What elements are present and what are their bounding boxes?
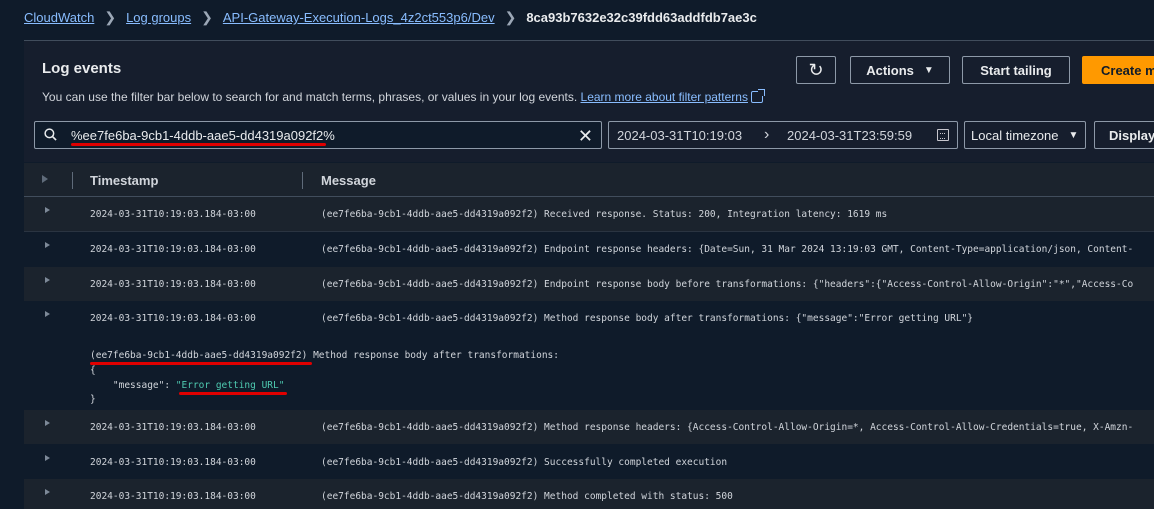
row-message: (ee7fe6ba-9cb1-4ddb-aae5-dd4319a092f2) M… <box>321 313 974 324</box>
table-row-expanded[interactable]: 2024-03-31T10:19:03.184-03:00 (ee7fe6ba-… <box>24 301 1154 335</box>
column-timestamp[interactable]: Timestamp <box>90 173 158 188</box>
date-to: 2024-03-31T23:59:59 <box>787 127 913 143</box>
actions-label: Actions <box>866 62 914 78</box>
search-value: %ee7fe6ba-9cb1-4ddb-aae5-dd4319a092f2% <box>71 128 335 143</box>
row-timestamp: 2024-03-31T10:19:03.184-03:00 <box>90 313 256 324</box>
refresh-button[interactable]: ↻ <box>796 56 836 84</box>
row-timestamp: 2024-03-31T10:19:03.184-03:00 <box>90 422 256 433</box>
breadcrumb-cloudwatch[interactable]: CloudWatch <box>24 10 94 25</box>
chevron-right-icon: ❯ <box>504 9 517 25</box>
red-underline-annotation <box>71 143 326 146</box>
panel-header: Log events You can use the filter bar be… <box>24 40 1154 162</box>
expand-row-icon[interactable] <box>45 242 50 248</box>
table-row[interactable]: 2024-03-31T10:19:03.184-03:00 (ee7fe6ba-… <box>24 410 1154 444</box>
row-message: (ee7fe6ba-9cb1-4ddb-aae5-dd4319a092f2) E… <box>321 279 1134 290</box>
json-value: "Error getting URL" <box>175 380 285 391</box>
start-tailing-button[interactable]: Start tailing <box>962 56 1070 84</box>
caret-down-icon: ▼ <box>923 64 934 76</box>
red-underline-annotation <box>179 392 287 395</box>
description-text: You can use the filter bar below to sear… <box>42 90 578 104</box>
expand-row-icon[interactable] <box>45 311 50 317</box>
panel-description: You can use the filter bar below to sear… <box>42 89 765 104</box>
learn-more-link[interactable]: Learn more about filter patterns <box>581 90 748 104</box>
expand-row-icon[interactable] <box>45 420 50 426</box>
chevron-right-icon: ❯ <box>104 9 117 25</box>
breadcrumb-log-group[interactable]: API-Gateway-Execution-Logs_4z2ct553p6/De… <box>223 10 495 25</box>
chevron-right-icon: ❯ <box>201 9 213 25</box>
breadcrumb-log-groups[interactable]: Log groups <box>126 10 191 25</box>
table-row[interactable]: 2024-03-31T10:19:03.184-03:00 (ee7fe6ba-… <box>24 197 1154 231</box>
breadcrumb: CloudWatch ❯ Log groups ❯ API-Gateway-Ex… <box>24 9 757 26</box>
expand-row-icon[interactable] <box>45 277 50 283</box>
clear-icon[interactable]: ✕ <box>578 126 593 147</box>
arrow-right-icon: › <box>764 126 770 143</box>
log-events-panel: Log events You can use the filter bar be… <box>24 40 1154 509</box>
search-icon <box>44 128 57 141</box>
breadcrumb-current-stream: 8ca93b7632e32c39fdd63addfdb7ae3c <box>526 10 757 25</box>
detail-text: Method response body after transformatio… <box>307 350 560 361</box>
column-message[interactable]: Message <box>321 173 376 188</box>
timezone-value: Local timezone <box>971 127 1059 143</box>
date-from: 2024-03-31T10:19:03 <box>617 127 743 143</box>
row-message: (ee7fe6ba-9cb1-4ddb-aae5-dd4319a092f2) S… <box>321 457 728 468</box>
detail-open-brace: { <box>90 365 96 376</box>
row-timestamp: 2024-03-31T10:19:03.184-03:00 <box>90 457 256 468</box>
row-timestamp: 2024-03-31T10:19:03.184-03:00 <box>90 244 256 255</box>
display-button[interactable]: Display <box>1094 121 1154 149</box>
create-button[interactable]: Create m <box>1082 56 1154 84</box>
row-message: (ee7fe6ba-9cb1-4ddb-aae5-dd4319a092f2) R… <box>321 209 888 220</box>
detail-close-brace: } <box>90 394 96 405</box>
row-message: (ee7fe6ba-9cb1-4ddb-aae5-dd4319a092f2) M… <box>321 422 1134 433</box>
detail-line: (ee7fe6ba-9cb1-4ddb-aae5-dd4319a092f2) M… <box>90 350 559 361</box>
caret-down-icon: ▼ <box>1068 129 1079 141</box>
table-row[interactable]: 2024-03-31T10:19:03.184-03:00 (ee7fe6ba-… <box>24 479 1154 509</box>
column-divider <box>302 172 303 189</box>
expand-row-icon[interactable] <box>45 455 50 461</box>
row-timestamp: 2024-03-31T10:19:03.184-03:00 <box>90 491 256 502</box>
calendar-icon <box>937 129 949 141</box>
external-link-icon <box>750 89 765 103</box>
page-title: Log events <box>42 60 122 77</box>
table-row[interactable]: 2024-03-31T10:19:03.184-03:00 (ee7fe6ba-… <box>24 445 1154 479</box>
timezone-select[interactable]: Local timezone ▼ <box>964 121 1086 149</box>
table-header: Timestamp Message <box>24 163 1154 197</box>
filter-search-input[interactable]: %ee7fe6ba-9cb1-4ddb-aae5-dd4319a092f2% ✕ <box>34 121 602 149</box>
row-timestamp: 2024-03-31T10:19:03.184-03:00 <box>90 279 256 290</box>
date-range-picker[interactable]: 2024-03-31T10:19:03 › 2024-03-31T23:59:5… <box>608 121 958 149</box>
json-key: "message": <box>90 380 176 391</box>
row-message: (ee7fe6ba-9cb1-4ddb-aae5-dd4319a092f2) M… <box>321 491 733 502</box>
row-message: (ee7fe6ba-9cb1-4ddb-aae5-dd4319a092f2) E… <box>321 244 1134 255</box>
refresh-icon: ↻ <box>808 59 824 80</box>
expand-all-icon[interactable] <box>42 175 48 183</box>
table-row[interactable]: 2024-03-31T10:19:03.184-03:00 (ee7fe6ba-… <box>24 232 1154 266</box>
expand-row-icon[interactable] <box>45 207 50 213</box>
column-divider <box>72 172 73 189</box>
red-underline-annotation <box>90 362 312 365</box>
detail-json-line: "message": "Error getting URL" <box>90 380 285 391</box>
row-timestamp: 2024-03-31T10:19:03.184-03:00 <box>90 209 256 220</box>
expanded-log-detail: (ee7fe6ba-9cb1-4ddb-aae5-dd4319a092f2) M… <box>24 338 1154 410</box>
table-row[interactable]: 2024-03-31T10:19:03.184-03:00 (ee7fe6ba-… <box>24 267 1154 301</box>
expand-row-icon[interactable] <box>45 489 50 495</box>
detail-request-id: (ee7fe6ba-9cb1-4ddb-aae5-dd4319a092f2) <box>90 350 308 361</box>
actions-button[interactable]: Actions ▼ <box>850 56 950 84</box>
